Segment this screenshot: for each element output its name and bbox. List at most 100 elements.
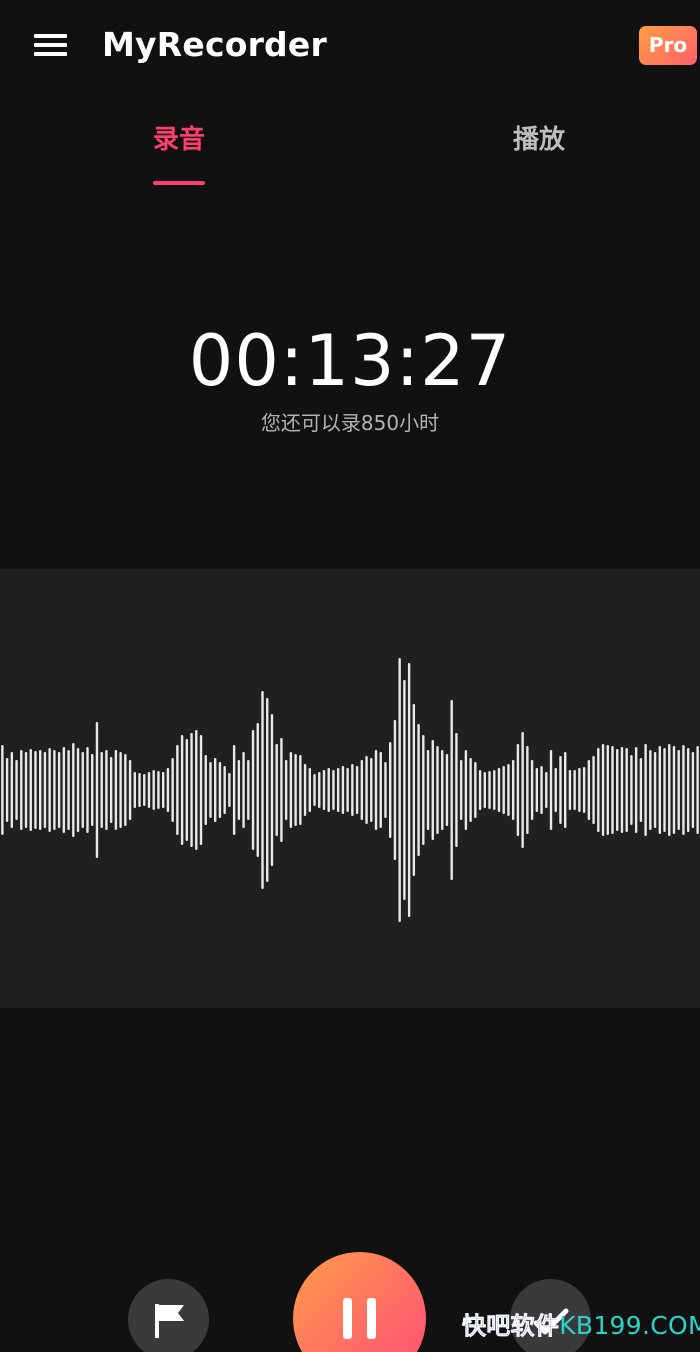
waveform-bar — [247, 760, 250, 820]
waveform-bar — [455, 733, 458, 847]
waveform-bar — [91, 754, 94, 826]
waveform-bar — [270, 714, 274, 866]
waveform-bar — [105, 750, 108, 830]
waveform-bar — [39, 750, 42, 830]
waveform-bar — [72, 743, 75, 837]
waveform-bar — [138, 773, 141, 807]
waveform-bar — [658, 746, 661, 834]
waveform-bar — [649, 750, 652, 830]
waveform-bar — [100, 752, 103, 828]
waveform-bar — [516, 744, 520, 836]
waveform-bar — [677, 750, 680, 830]
waveform-bar — [152, 770, 155, 810]
recorder-screen: MyRecorder Pro 录音 播放 00:13:27 您还可以录850小时… — [0, 0, 700, 1352]
waveform-bar — [445, 754, 449, 826]
pause-icon — [343, 1298, 376, 1339]
pause-button[interactable] — [293, 1252, 426, 1352]
waveform-bar — [34, 751, 37, 829]
waveform-bar — [289, 752, 293, 828]
waveform-bar — [43, 752, 47, 828]
waveform-bar — [10, 752, 14, 828]
waveform-bar — [313, 774, 316, 806]
waveform-bar — [393, 720, 397, 860]
remaining-time-text: 您还可以录850小时 — [260, 411, 440, 435]
waveform-bar — [15, 760, 18, 820]
flag-button[interactable] — [128, 1279, 209, 1352]
tab-playback[interactable]: 播放 — [469, 118, 609, 162]
waveform-bar — [521, 732, 524, 848]
waveform-bar — [441, 750, 444, 830]
waveform-bar — [341, 766, 345, 814]
waveform-bar — [568, 770, 572, 810]
waveform-bar — [190, 733, 193, 847]
waveform-bar — [199, 735, 203, 845]
waveform-bar — [535, 768, 539, 812]
waveform-bar — [573, 770, 576, 810]
waveform-bar — [469, 758, 472, 822]
menu-icon-line — [34, 52, 67, 56]
menu-button[interactable] — [34, 34, 68, 58]
waveform-bar — [616, 749, 619, 831]
waveform-bar — [634, 747, 638, 833]
pro-badge[interactable]: Pro — [639, 26, 697, 65]
waveform-bar — [204, 755, 207, 825]
waveform-bar — [266, 698, 269, 882]
waveform-bar — [540, 766, 543, 814]
waveform-bar — [459, 760, 463, 820]
waveform-bar — [57, 752, 61, 828]
waveform-bar — [370, 758, 373, 822]
waveform-bar — [86, 747, 89, 833]
waveform-bar — [384, 762, 387, 818]
waveform-bar — [578, 768, 581, 812]
waveform-bar — [176, 745, 179, 835]
waveform-bar — [128, 760, 132, 820]
waveform-bar — [407, 663, 411, 917]
waveform-bar — [336, 768, 340, 812]
waveform-bar — [417, 724, 420, 856]
waveform-bar — [611, 746, 614, 834]
waveform-bar — [426, 750, 430, 830]
waveform-bar — [691, 752, 695, 828]
waveform-bar — [686, 748, 690, 832]
waveform-bar — [76, 748, 80, 832]
waveform-bar — [507, 764, 510, 816]
waveform-bar — [322, 770, 326, 810]
waveform-bar — [171, 758, 174, 822]
waveform-bar — [606, 745, 609, 835]
waveform-bar — [318, 772, 321, 808]
waveform-bar — [597, 748, 600, 832]
waveform-bar — [95, 722, 99, 858]
waveform-bar — [67, 750, 70, 830]
waveform-bar — [582, 767, 586, 813]
waveform-bar — [587, 760, 591, 820]
waveform-bar — [5, 758, 9, 822]
waveform-bar — [464, 750, 468, 830]
waveform-bar — [228, 773, 231, 807]
waveform-bar — [398, 658, 401, 922]
waveform-bar — [232, 745, 236, 835]
menu-icon — [34, 34, 67, 38]
waveform-bar — [299, 755, 302, 825]
waveform-bar — [389, 742, 392, 838]
waveform-bar — [308, 768, 311, 812]
waveform-bar — [431, 740, 434, 840]
waveform-bar — [355, 766, 359, 814]
waveform-bar — [592, 756, 595, 824]
waveform-bar — [625, 748, 628, 832]
waveform-bar — [280, 738, 283, 842]
waveform-bar — [403, 680, 406, 900]
waveform-bar — [351, 764, 354, 816]
tab-record[interactable]: 录音 — [109, 118, 249, 162]
waveform-bar — [436, 746, 439, 834]
waveform-bar — [237, 760, 241, 820]
watermark: 快吧软件KB199.COM — [462, 1310, 700, 1342]
waveform-bar — [346, 768, 349, 812]
waveform-bar — [564, 752, 567, 828]
watermark-en: KB199.COM — [559, 1311, 700, 1340]
waveform-bar — [620, 747, 624, 833]
waveform-bar — [214, 758, 217, 822]
app-title: MyRecorder — [102, 25, 327, 64]
waveform-bar — [663, 748, 666, 832]
waveform-bar — [284, 760, 288, 820]
waveform — [1, 658, 699, 922]
